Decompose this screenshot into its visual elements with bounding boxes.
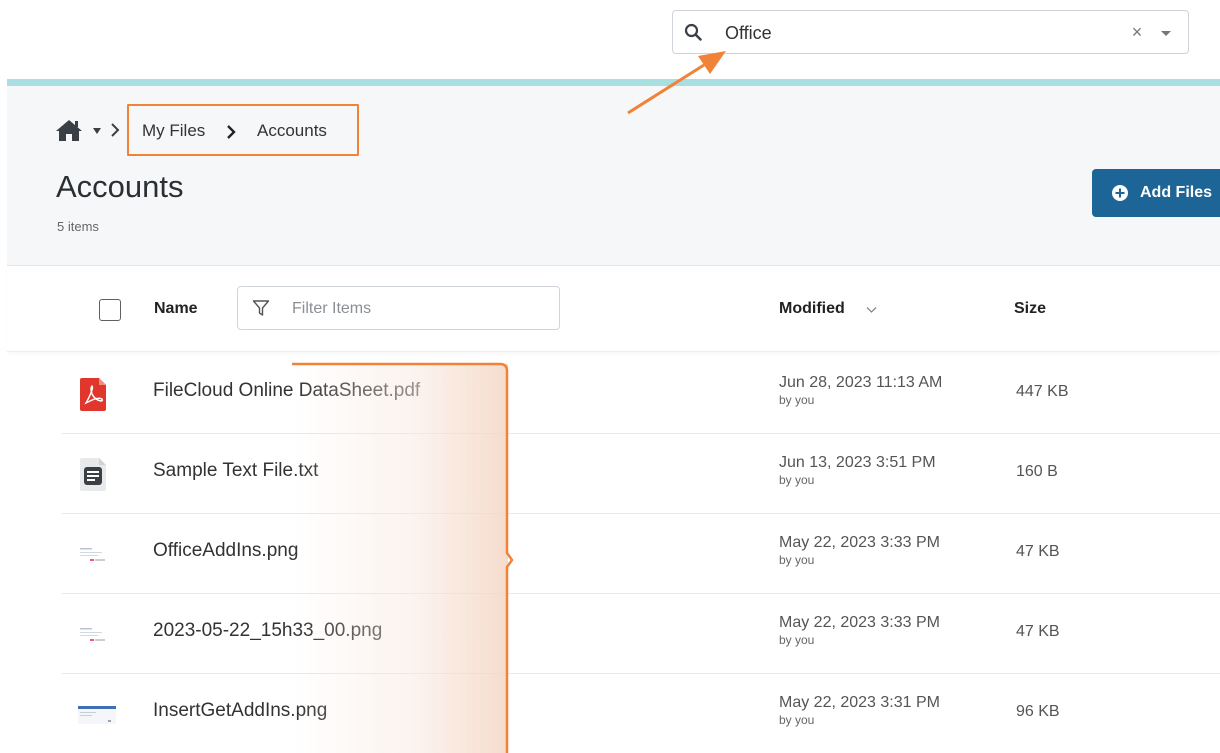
global-search-box[interactable]: × (672, 10, 1189, 54)
pdf-file-icon (80, 378, 106, 411)
file-size: 47 KB (1016, 623, 1060, 640)
modified-by: by you (779, 473, 815, 487)
chevron-down-icon[interactable] (1158, 23, 1174, 43)
search-input[interactable] (725, 21, 1105, 45)
modified-date: May 22, 2023 3:33 PM (779, 614, 940, 631)
table-row[interactable]: FileCloud Online DataSheet.pdf Jun 28, 2… (62, 354, 1220, 434)
file-name[interactable]: Sample Text File.txt (153, 460, 318, 482)
modified-by: by you (779, 633, 815, 647)
file-name[interactable]: OfficeAddIns.png (153, 540, 298, 562)
top-accent-bar (7, 79, 1220, 86)
filter-icon (252, 300, 270, 316)
modified-by: by you (779, 553, 815, 567)
sort-chevron-down-icon[interactable] (866, 306, 877, 314)
annotation-arrow-head (698, 51, 726, 74)
add-files-label: Add Files (1140, 184, 1213, 201)
breadcrumb-my-files[interactable]: My Files (142, 121, 205, 141)
select-all-checkbox[interactable] (99, 299, 121, 321)
modified-date: Jun 28, 2023 11:13 AM (779, 374, 943, 391)
table-row[interactable]: OfficeAddIns.png May 22, 2023 3:33 PM by… (62, 514, 1220, 594)
modified-by: by you (779, 713, 815, 727)
chevron-right-icon (227, 125, 236, 139)
item-count: 5 items (57, 219, 99, 234)
file-name[interactable]: InsertGetAddIns.png (153, 700, 327, 722)
page-title: Accounts (56, 169, 184, 204)
file-browser-screen: × My Files Accounts Accounts 5 items Add… (0, 0, 1220, 753)
breadcrumb-accounts[interactable]: Accounts (257, 121, 327, 141)
filter-items-field[interactable] (237, 286, 560, 330)
plus-circle-icon (1112, 185, 1128, 201)
image-thumbnail (78, 546, 116, 564)
modified-by: by you (779, 393, 815, 407)
modified-date: Jun 13, 2023 3:51 PM (779, 454, 936, 471)
table-row[interactable]: InsertGetAddIns.png May 22, 2023 3:31 PM… (62, 674, 1220, 753)
home-dropdown-icon[interactable] (92, 127, 102, 135)
file-name[interactable]: FileCloud Online DataSheet.pdf (153, 380, 420, 402)
modified-date: May 22, 2023 3:31 PM (779, 694, 940, 711)
column-header-name[interactable]: Name (154, 300, 198, 318)
image-thumbnail (78, 626, 116, 644)
table-row[interactable]: Sample Text File.txt Jun 13, 2023 3:51 P… (62, 434, 1220, 514)
file-name[interactable]: 2023-05-22_15h33_00.png (153, 620, 382, 642)
image-thumbnail (78, 706, 116, 724)
home-icon[interactable] (55, 118, 83, 142)
search-icon (684, 23, 702, 41)
add-files-button[interactable]: Add Files (1092, 169, 1220, 217)
file-size: 447 KB (1016, 383, 1069, 400)
clear-search-icon[interactable]: × (1127, 21, 1147, 43)
text-file-icon (80, 458, 106, 491)
column-header-size[interactable]: Size (1014, 300, 1046, 318)
chevron-right-icon (111, 123, 120, 137)
filter-input[interactable] (292, 298, 542, 320)
file-size: 47 KB (1016, 543, 1060, 560)
table-row[interactable]: 2023-05-22_15h33_00.png May 22, 2023 3:3… (62, 594, 1220, 674)
column-header-modified[interactable]: Modified (779, 300, 845, 318)
file-size: 96 KB (1016, 703, 1060, 720)
file-size: 160 B (1016, 463, 1058, 480)
modified-date: May 22, 2023 3:33 PM (779, 534, 940, 551)
